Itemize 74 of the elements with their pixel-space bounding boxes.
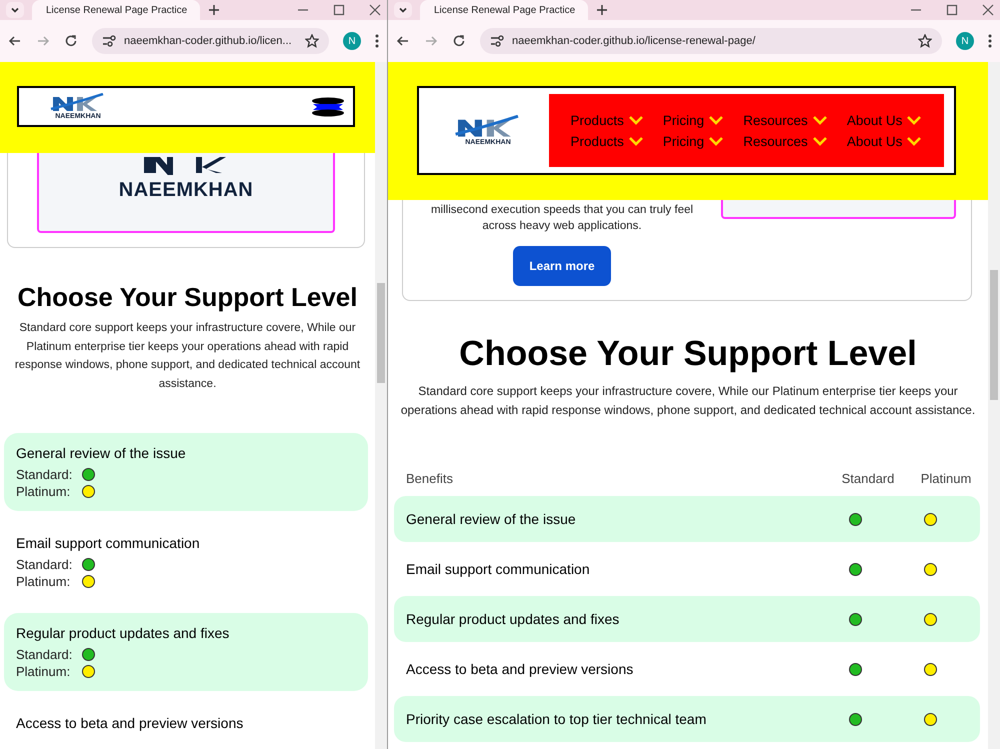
back-icon[interactable] (396, 34, 410, 48)
chevron-down-icon (812, 115, 828, 125)
menu-toggle-icon[interactable] (311, 96, 345, 116)
address-bar[interactable]: naeemkhan-coder.github.io/licen... (92, 28, 329, 54)
close-icon[interactable] (982, 4, 994, 16)
nav-link[interactable]: About Us (846, 112, 922, 128)
column-header: Benefits (406, 470, 454, 486)
benefit-name: Regular product updates and fixes (406, 611, 620, 627)
tier-label: Standard: (16, 467, 74, 482)
tab-title: License Renewal Page Practice (434, 4, 576, 16)
new-tab-icon[interactable] (596, 4, 608, 16)
nav-link[interactable]: Pricing (662, 134, 724, 148)
profile-avatar[interactable]: N (343, 32, 361, 50)
scrollbar[interactable] (988, 62, 1000, 749)
browser-tab[interactable]: License Renewal Page Practice (420, 0, 588, 20)
profile-avatar[interactable]: N (956, 32, 974, 50)
nav-link[interactable]: Resources (743, 134, 828, 148)
benefit-name: Access to beta and preview versions (406, 661, 634, 677)
chevron-down-icon (812, 136, 828, 146)
hero-text: millisecond execution speeds that you can truly feel across heavy web applications. (430, 203, 694, 234)
bookmark-star-icon[interactable] (918, 34, 932, 48)
reload-icon[interactable] (452, 34, 466, 48)
tier-label: Standard: (16, 557, 74, 572)
chevron-down-icon (708, 136, 724, 146)
scrollbar-thumb[interactable] (990, 270, 998, 400)
menu-icon[interactable] (375, 34, 379, 48)
benefit-name: Email support communication (406, 561, 591, 577)
new-tab-icon[interactable] (208, 4, 220, 16)
maximize-icon[interactable] (333, 4, 345, 16)
tab-title: License Renewal Page Practice (46, 4, 188, 16)
column-header: Standard (840, 470, 896, 486)
benefit-title: General review of the issue (16, 445, 187, 461)
tab-list-button[interactable] (394, 2, 412, 18)
tier-label: Platinum: (16, 484, 72, 499)
reload-icon[interactable] (64, 34, 78, 48)
nav-link[interactable]: About Us (846, 134, 922, 148)
tier-label: Platinum: (16, 574, 72, 589)
nav-link[interactable]: Pricing (662, 112, 724, 128)
site-settings-icon (490, 35, 504, 47)
browser-tab[interactable]: License Renewal Page Practice (32, 0, 200, 20)
scrollbar-thumb[interactable] (377, 283, 385, 383)
tier-label: Platinum: (16, 664, 72, 679)
nav-link[interactable]: Resources (743, 112, 828, 128)
chevron-down-icon (708, 115, 724, 125)
section-description: Standard core support keeps your infrastructure covere, While our Platinum enterprise tier keeps your operations ahead with rapid response windows, phone support, and dedicated technical account assistance. (400, 383, 976, 419)
maximize-icon[interactable] (946, 4, 958, 16)
chevron-down-icon (906, 115, 922, 125)
chevron-down-icon (628, 136, 644, 146)
section-description: Standard core support keeps your infrastructure covere, While our Platinum enterprise tier keeps your operations ahead with rapid response windows, phone support, and dedicated technical account assistance. (14, 321, 362, 392)
bookmark-star-icon[interactable] (305, 34, 319, 48)
address-bar[interactable]: naeemkhan-coder.github.io/license-renewal-page/ (480, 28, 942, 54)
site-settings-icon (102, 35, 116, 47)
benefit-title: Email support communication (16, 535, 201, 551)
nav-link[interactable]: Products (570, 134, 644, 148)
chevron-down-icon (906, 136, 922, 146)
close-icon[interactable] (369, 4, 381, 16)
section-title: Choose Your Support Level (16, 282, 358, 313)
benefit-name: Priority case escalation to top tier technical team (406, 711, 708, 727)
benefit-title: Access to beta and preview versions (16, 715, 244, 731)
learn-more-button[interactable]: Learn more (513, 246, 611, 286)
tab-list-button[interactable] (6, 2, 24, 18)
section-title: Choose Your Support Level (458, 334, 918, 374)
column-header: Platinum (920, 470, 972, 486)
chevron-down-icon (628, 115, 644, 125)
logo-text: NAEEMKHAN (118, 179, 254, 202)
scrollbar[interactable] (375, 62, 387, 749)
nav-link[interactable]: Products (570, 112, 644, 128)
caret-icon (10, 5, 20, 15)
benefit-title: Regular product updates and fixes (16, 625, 230, 641)
caret-icon (398, 5, 408, 15)
tier-label: Standard: (16, 647, 74, 662)
back-icon[interactable] (8, 34, 22, 48)
benefit-name: General review of the issue (406, 511, 577, 527)
menu-icon[interactable] (988, 34, 992, 48)
